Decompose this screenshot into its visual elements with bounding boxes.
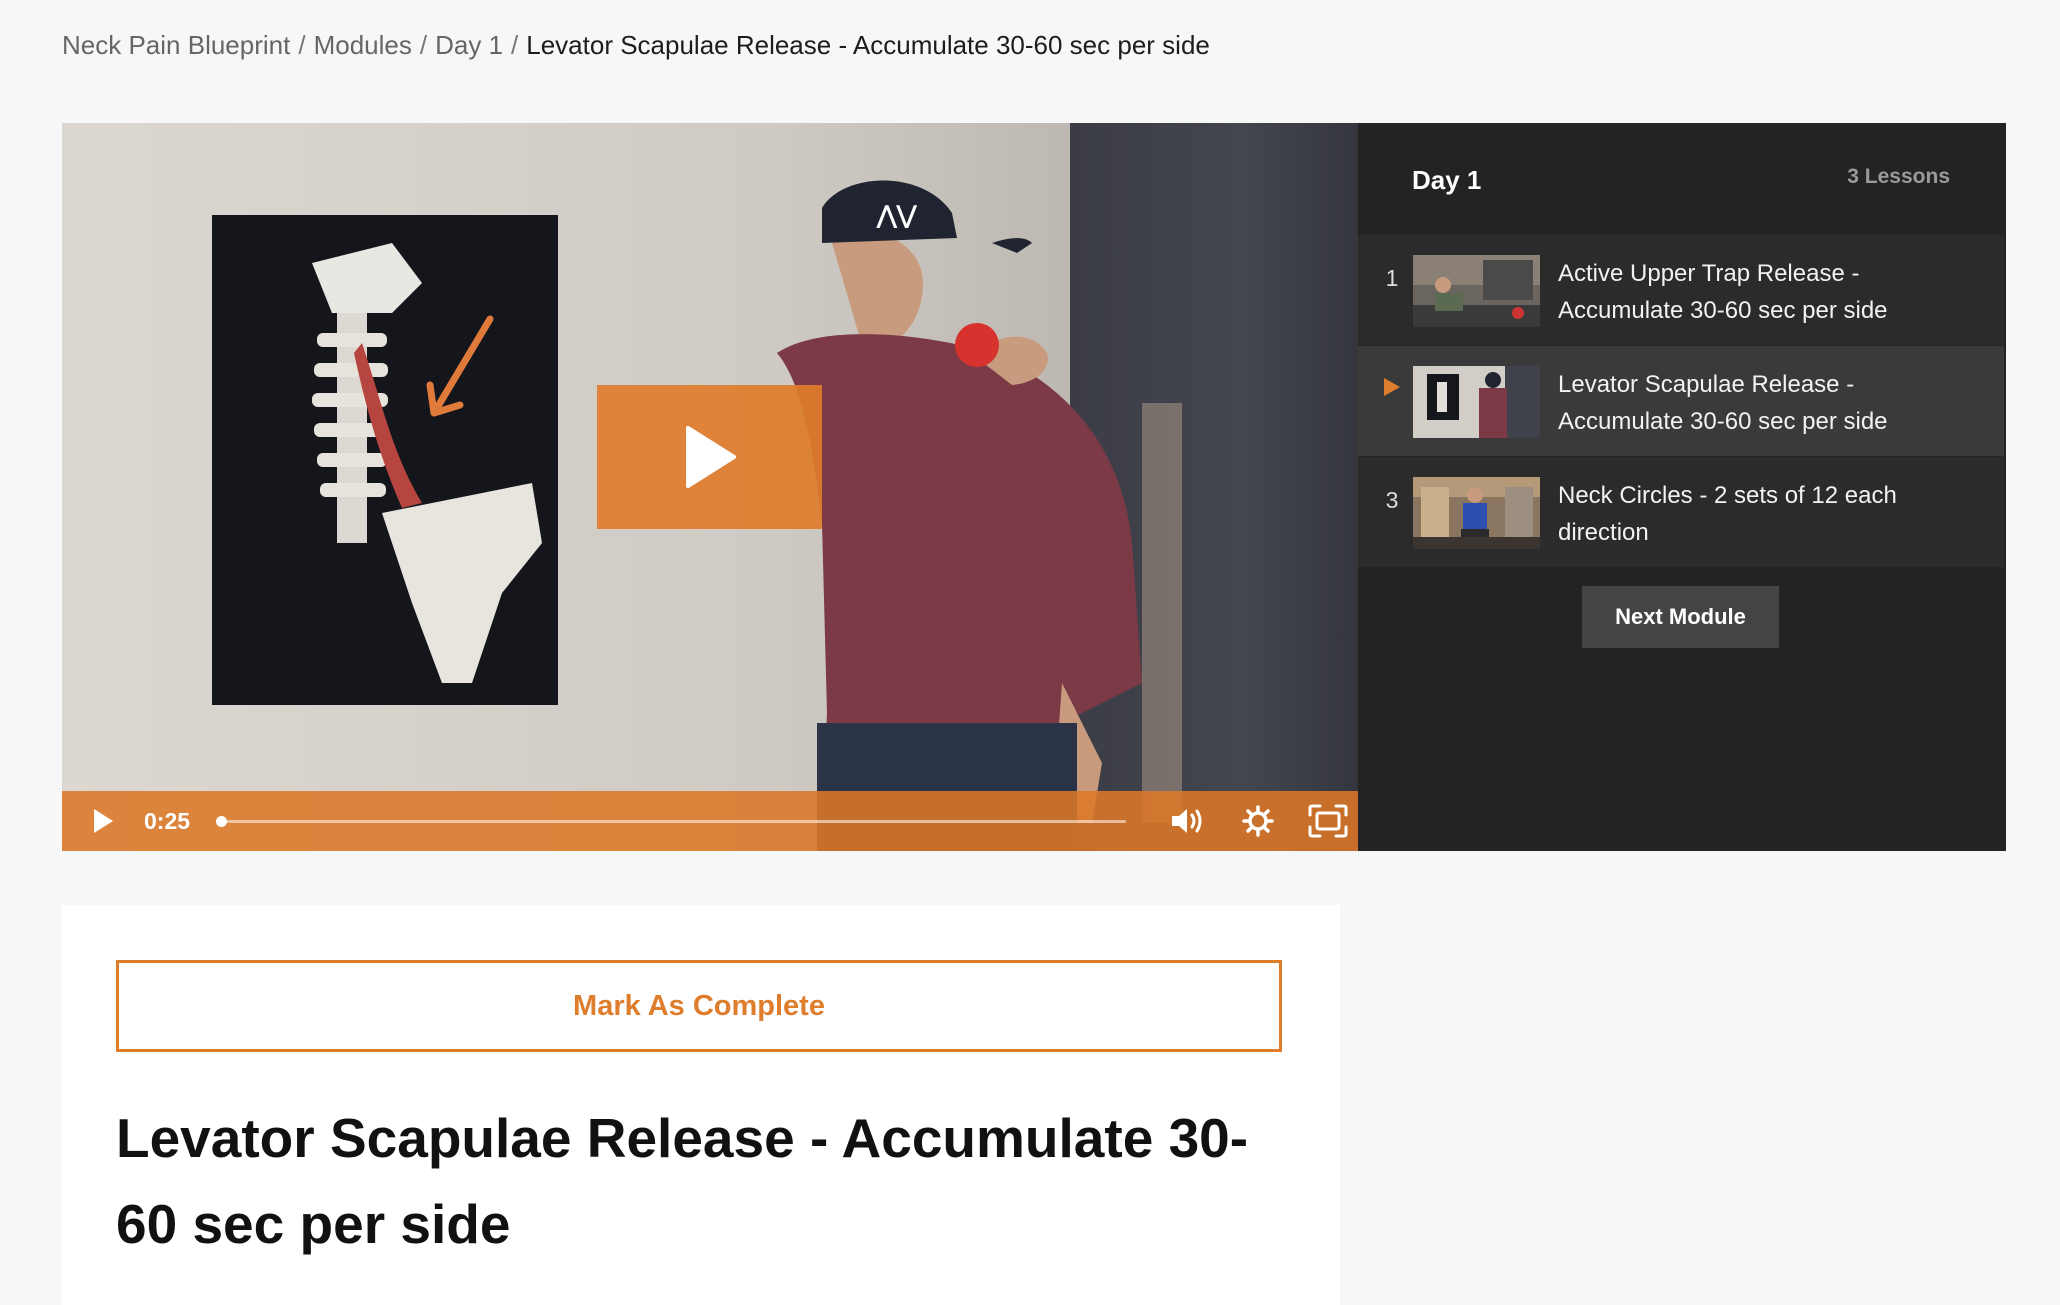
play-icon (94, 809, 113, 833)
breadcrumb: Neck Pain Blueprint / Modules / Day 1/Levato… (62, 30, 1210, 61)
lesson-title: Levator Scapulae Release - Accumulate 30… (1558, 371, 1888, 435)
lesson-title: Active Upper Trap Release - Accumulate 3… (1558, 260, 1888, 324)
lesson-count: 3 Lessons (1847, 165, 1950, 188)
lesson-playlist: Day 1 3 Lessons 1 Active Upper Trap Rele… (1358, 123, 2006, 851)
lesson-thumbnail (1413, 255, 1540, 327)
current-time: 0:25 (144, 807, 191, 834)
playlist-header: Day 1 3 Lessons (1358, 123, 2006, 235)
lesson-thumbnail (1413, 366, 1540, 438)
fullscreen-icon (1308, 804, 1348, 838)
lesson-item-active[interactable]: Levator Scapulae Release - Accumulate 30… (1358, 346, 2004, 456)
play-icon (685, 426, 736, 488)
breadcrumb-separator: / (511, 30, 519, 60)
video-controls: 0:25 (62, 791, 1358, 851)
settings-button[interactable] (1234, 797, 1282, 845)
progress-knob[interactable] (216, 816, 227, 827)
fullscreen-button[interactable] (1304, 797, 1352, 845)
lesson-content-card: Mark As Complete Levator Scapulae Releas… (62, 905, 1340, 1305)
lesson-thumbnail (1413, 477, 1540, 549)
breadcrumb-separator: / (419, 30, 428, 60)
now-playing-indicator (1380, 376, 1404, 404)
settings-icon (1242, 805, 1274, 837)
lesson-item[interactable]: 3 Neck Circles - 2 sets of 12 each direc… (1358, 457, 2004, 567)
play-indicator-icon (1384, 378, 1400, 396)
next-module-button[interactable]: Next Module (1582, 586, 1779, 648)
lesson-title: Neck Circles - 2 sets of 12 each directi… (1558, 482, 1897, 546)
progress-track (216, 820, 1126, 823)
page-title: Levator Scapulae Release - Accumulate 30… (116, 1107, 1249, 1255)
lesson-item[interactable]: 1 Active Upper Trap Release - Accumulate… (1358, 235, 2004, 345)
play-button[interactable] (82, 800, 124, 842)
progress-scrubber[interactable] (216, 809, 1126, 833)
video-player[interactable]: ⋀⋁ 0:25 (62, 123, 1358, 851)
breadcrumb-link-modules[interactable]: Modules (314, 30, 412, 60)
breadcrumb-separator: / (298, 30, 306, 60)
svg-text:⋀⋁: ⋀⋁ (876, 202, 918, 229)
lesson-number: 1 (1385, 265, 1399, 291)
volume-icon (1172, 809, 1202, 833)
breadcrumb-current: Levator Scapulae Release - Accumulate 30… (526, 30, 1210, 60)
mark-complete-button[interactable]: Mark As Complete (116, 960, 1282, 1052)
lesson-number: 3 (1385, 487, 1399, 513)
breadcrumb-link-course[interactable]: Neck Pain Blueprint (62, 30, 290, 60)
breadcrumb-link-day[interactable]: Day 1 (435, 30, 503, 60)
big-play-button[interactable] (597, 385, 822, 529)
playlist-title: Day 1 (1412, 165, 1482, 195)
volume-button[interactable] (1164, 797, 1212, 845)
